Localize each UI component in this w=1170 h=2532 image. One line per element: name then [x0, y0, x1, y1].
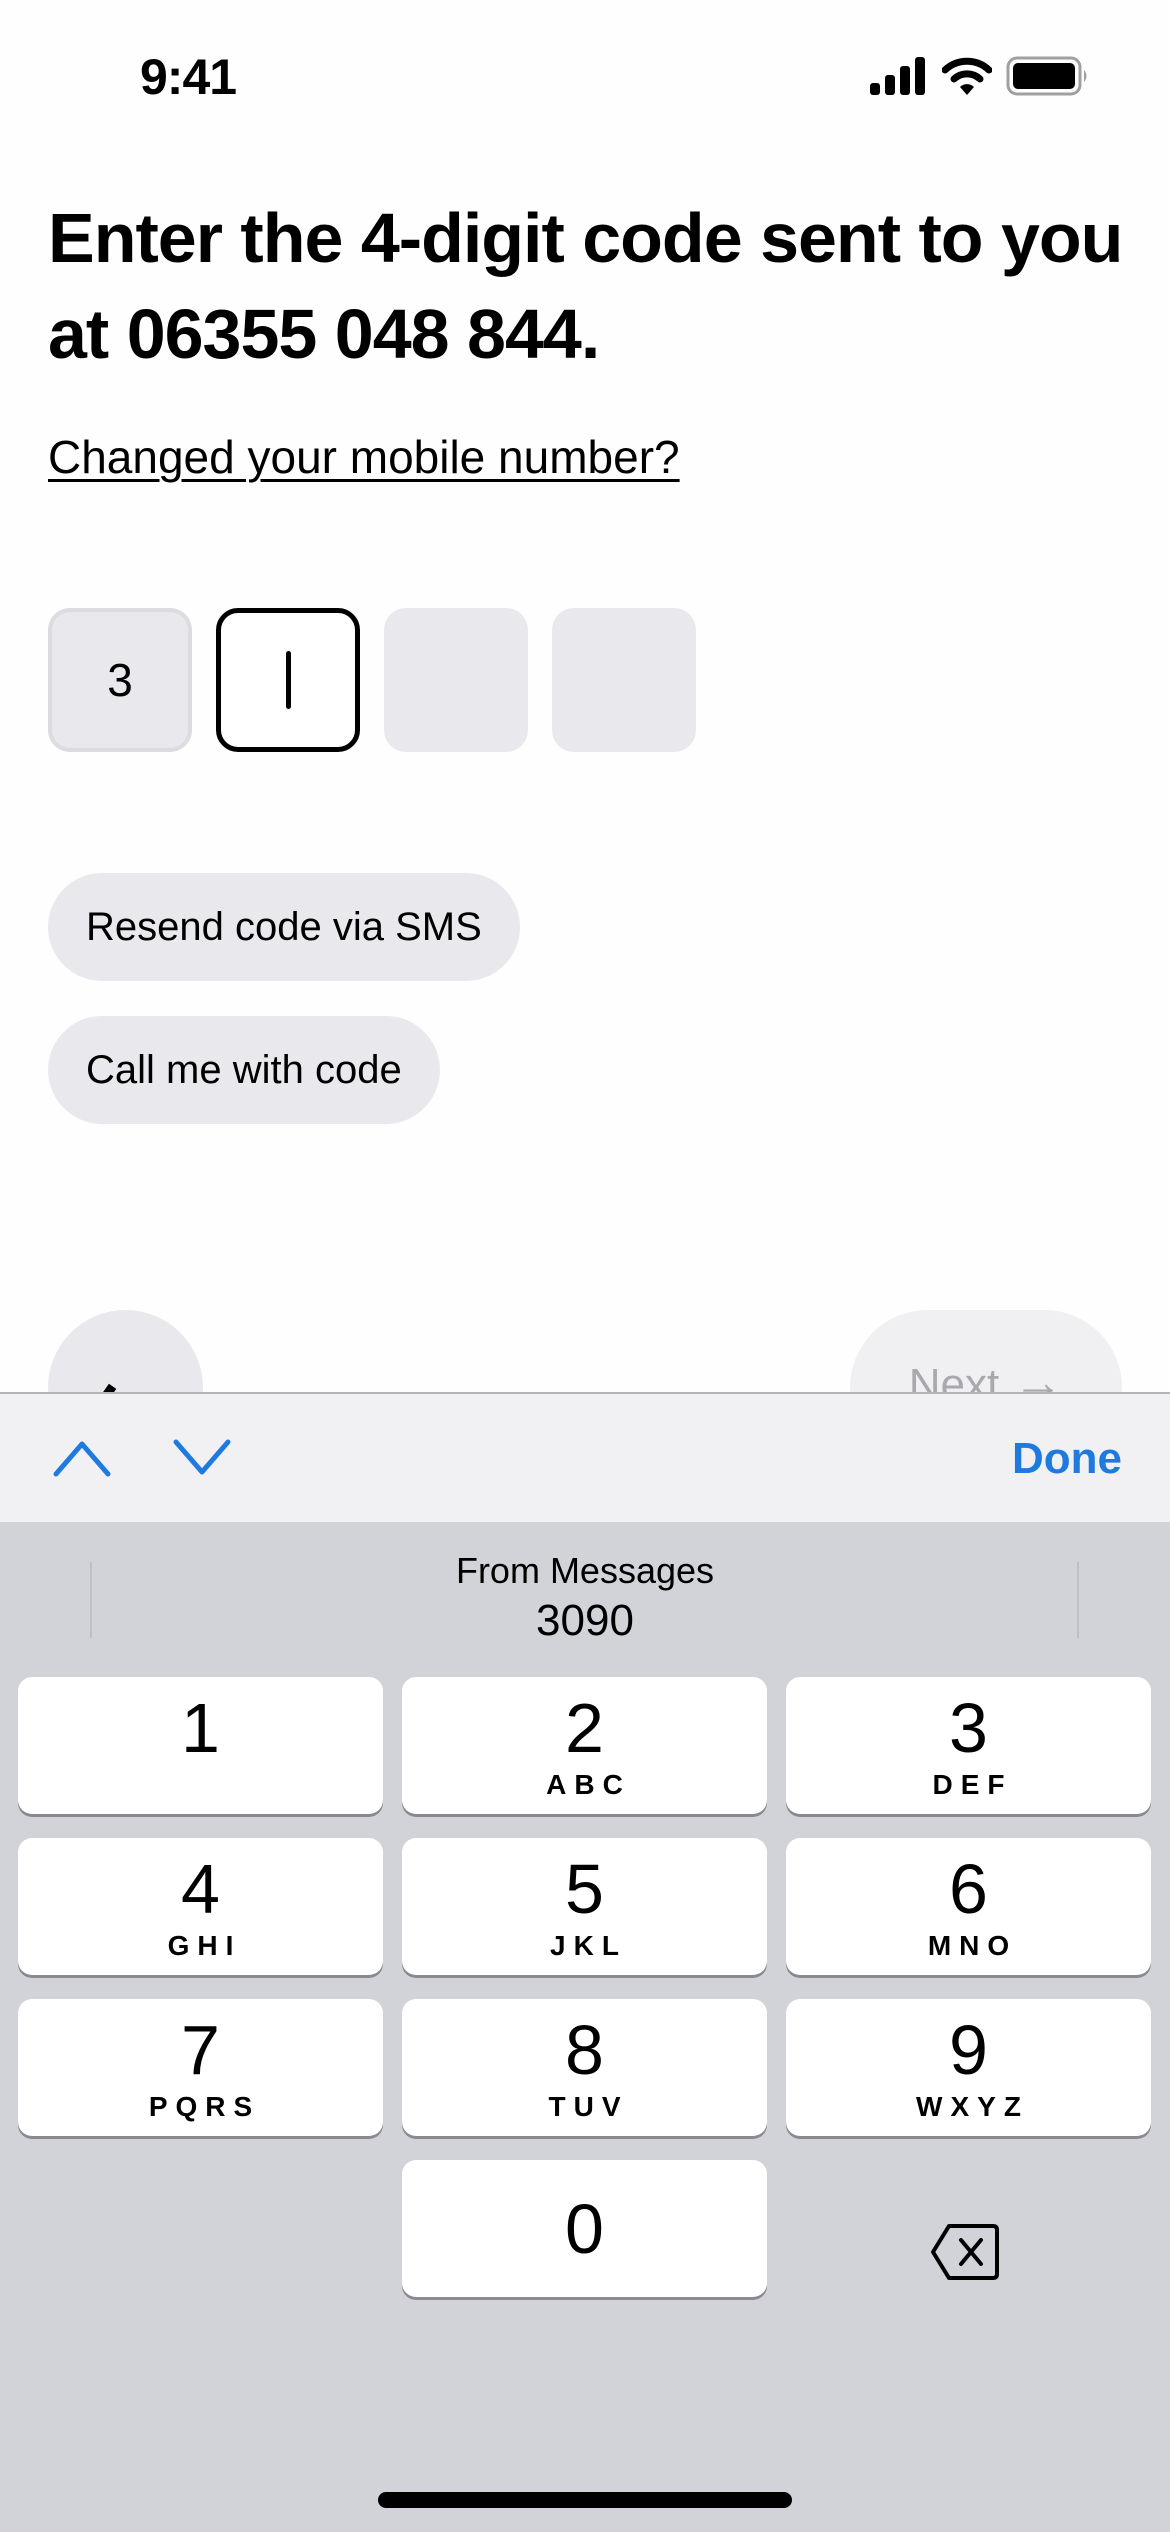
suggestion-code: 3090 — [536, 1596, 634, 1645]
key-7[interactable]: 7 PQRS — [18, 1999, 383, 2136]
key-9[interactable]: 9 WXYZ — [786, 1999, 1151, 2136]
key-number: 3 — [949, 1689, 988, 1767]
key-6[interactable]: 6 MNO — [786, 1838, 1151, 1975]
done-button[interactable]: Done — [1012, 1434, 1122, 1484]
call-me-label: Call me with code — [86, 1047, 402, 1092]
key-5[interactable]: 5 JKL — [402, 1838, 767, 1975]
key-8[interactable]: 8 TUV — [402, 1999, 767, 2136]
battery-icon — [1006, 56, 1087, 96]
change-mobile-number-link[interactable]: Changed your mobile number? — [48, 430, 680, 484]
key-letters: PQRS — [148, 2091, 261, 2122]
code-digit-3[interactable] — [384, 608, 528, 752]
key-number: 7 — [181, 2011, 220, 2089]
key-number: 0 — [565, 2190, 604, 2268]
numeric-keyboard: From Messages 3090 1 2 ABC 3 DEF 4 GHI 5… — [0, 1522, 1170, 2532]
key-letters: TUV — [548, 2091, 629, 2122]
key-number: 6 — [949, 1850, 988, 1928]
resend-sms-label: Resend code via SMS — [86, 904, 482, 949]
keyboard-accessory-bar: Done — [0, 1392, 1170, 1522]
divider — [1077, 1562, 1079, 1638]
status-time: 9:41 — [140, 49, 237, 105]
key-letters: MNO — [927, 1930, 1018, 1961]
cellular-signal-icon — [870, 57, 925, 95]
backspace-icon — [931, 2224, 999, 2280]
key-1[interactable]: 1 — [18, 1677, 383, 1814]
call-me-button[interactable]: Call me with code — [48, 1016, 440, 1124]
chevron-up-icon[interactable] — [52, 1432, 112, 1482]
key-4[interactable]: 4 GHI — [18, 1838, 383, 1975]
suggestion-title: From Messages — [455, 1550, 715, 1591]
key-number: 4 — [181, 1850, 220, 1928]
quicktype-bar: From Messages 3090 — [0, 1522, 1170, 1670]
key-number: 8 — [565, 2011, 604, 2089]
autofill-code-suggestion[interactable]: From Messages 3090 — [0, 1550, 1170, 1646]
code-digit-4[interactable] — [552, 608, 696, 752]
key-number: 5 — [565, 1850, 604, 1928]
key-letters: GHI — [167, 1930, 242, 1961]
page-title: Enter the 4-digit code sent to you at 06… — [48, 199, 1123, 373]
key-3[interactable]: 3 DEF — [786, 1677, 1151, 1814]
key-number: 1 — [181, 1689, 220, 1767]
text-cursor — [285, 651, 291, 709]
key-letters: ABC — [546, 1769, 631, 1800]
wifi-icon — [942, 57, 992, 95]
key-2[interactable]: 2 ABC — [402, 1677, 767, 1814]
resend-sms-button[interactable]: Resend code via SMS — [48, 873, 520, 981]
key-letters: WXYZ — [916, 2091, 1029, 2122]
code-digit-2[interactable] — [216, 608, 360, 752]
chevron-down-icon[interactable] — [172, 1432, 232, 1482]
code-digit-value: 3 — [107, 654, 133, 706]
key-letters: JKL — [550, 1930, 627, 1961]
code-digit-1[interactable]: 3 — [48, 608, 192, 752]
delete-key[interactable] — [900, 2202, 1030, 2302]
key-0[interactable]: 0 — [402, 2160, 767, 2297]
key-number: 2 — [565, 1689, 604, 1767]
home-indicator[interactable] — [378, 2492, 792, 2508]
key-letters: DEF — [932, 1769, 1013, 1800]
key-number: 9 — [949, 2011, 988, 2089]
status-icons — [870, 56, 1090, 96]
